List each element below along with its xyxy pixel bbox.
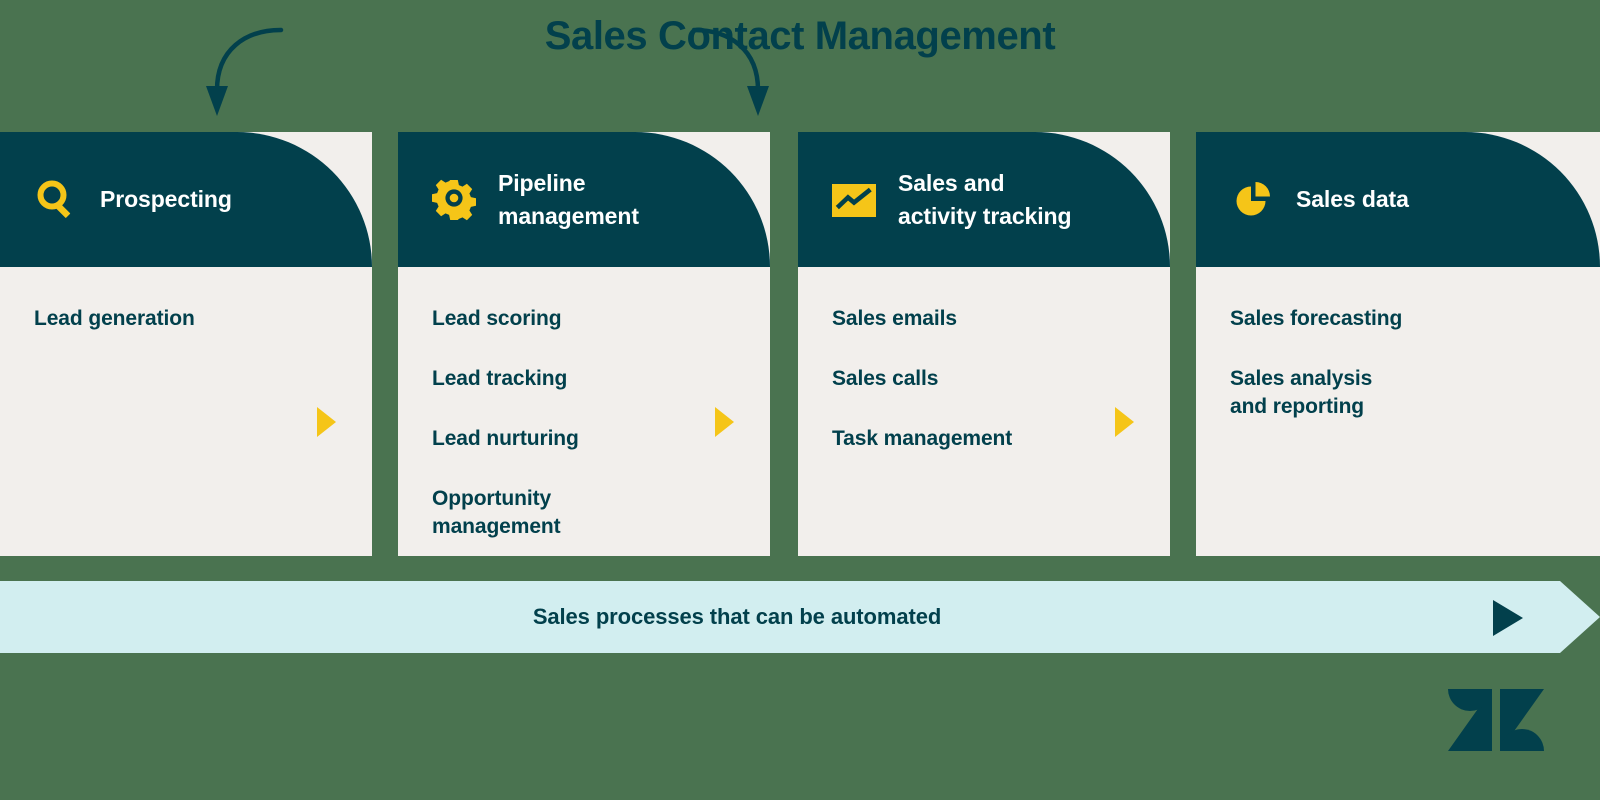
card-sales-data[interactable]: Sales data Sales forecasting Sales analy… — [1196, 132, 1600, 556]
list-item: Opportunity management — [432, 486, 561, 538]
card-prospecting[interactable]: Prospecting Lead generation — [0, 132, 372, 556]
pie-chart-icon — [1236, 181, 1270, 215]
card-body: Lead generation — [0, 267, 372, 556]
chevron-right-icon — [317, 407, 336, 437]
list-item: Sales calls — [832, 366, 939, 390]
automation-bar: Sales processes that can be automated — [0, 581, 1600, 653]
page-title-area: Sales Contact Management — [0, 16, 1600, 56]
automation-bar-label: Sales processes that can be automated — [532, 604, 942, 629]
card-body: Sales forecasting Sales analysis and rep… — [1196, 267, 1600, 556]
list-item: Lead scoring — [432, 307, 562, 330]
gear-icon — [432, 179, 476, 220]
card-body: Lead scoring Lead tracking Lead nurturin… — [398, 267, 770, 556]
card-title: Pipeline management — [498, 169, 639, 229]
card-title: Prospecting — [100, 186, 232, 213]
chevron-right-icon — [715, 407, 734, 437]
infographic-canvas: Sales Contact Management Prospecting Lea… — [0, 0, 1600, 800]
list-item: Sales forecasting — [1230, 307, 1403, 330]
magnifier-icon — [37, 180, 71, 218]
card-body: Sales emails Sales calls Task management — [798, 267, 1170, 556]
card-sales-activity-tracking[interactable]: Sales and activity tracking Sales emails… — [798, 132, 1170, 556]
card-header: Prospecting — [0, 132, 372, 267]
card-header: Sales data — [1196, 132, 1600, 267]
list-item: Sales emails — [832, 307, 957, 330]
card-title: Sales and activity tracking — [898, 169, 1072, 229]
arrow-right-icon — [1493, 600, 1523, 636]
list-item: Task management — [832, 426, 1013, 450]
list-item: Lead generation — [34, 307, 195, 330]
card-header: Pipeline management — [398, 132, 770, 267]
list-item: Lead nurturing — [432, 426, 579, 450]
chevron-right-icon — [1115, 407, 1134, 437]
card-title: Sales data — [1296, 186, 1409, 213]
page-title: Sales Contact Management — [544, 14, 1056, 58]
card-pipeline-management[interactable]: Pipeline management Lead scoring Lead tr… — [398, 132, 770, 556]
zendesk-logo — [1448, 689, 1544, 751]
list-item: Lead tracking — [432, 366, 568, 390]
line-chart-icon — [832, 183, 876, 217]
list-item: Sales analysis and reporting — [1230, 366, 1373, 418]
card-header: Sales and activity tracking — [798, 132, 1170, 267]
